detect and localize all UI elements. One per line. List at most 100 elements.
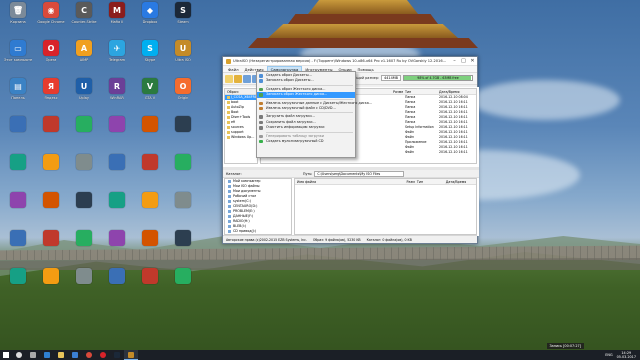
desktop-icon[interactable]	[70, 230, 98, 264]
ultraiso-app-icon	[226, 58, 231, 64]
image-tree-node[interactable]: Windows Up...	[225, 135, 257, 140]
taskbar-edge-icon[interactable]	[40, 350, 54, 360]
desktop-icon[interactable]	[70, 154, 98, 188]
desktop-icon[interactable]: U Uplay	[70, 78, 98, 112]
new-icon[interactable]	[225, 74, 233, 83]
desktop-icon[interactable]	[37, 230, 65, 264]
column-header[interactable]: Дата/Время	[437, 89, 475, 94]
desktop-icon[interactable]: Я Яндекс	[37, 78, 65, 112]
column-header[interactable]: Тип	[403, 89, 437, 94]
column-header[interactable]: Размер	[391, 89, 403, 94]
menu-item-icon	[259, 139, 263, 144]
size-value: 4414MB	[381, 75, 401, 81]
desktop-icon[interactable]: S Skype	[136, 40, 164, 74]
maximize-button[interactable]: □	[459, 57, 468, 66]
desktop-icon[interactable]: ▤ Панель	[4, 78, 32, 112]
desktop-app-icon	[76, 154, 92, 170]
dropdown-menu-item[interactable]: Создать мультизагрузочный CD	[257, 139, 355, 144]
dropdown-menu-item[interactable]: Очистить информацию загрузки	[257, 125, 355, 130]
desktop-icon-label: Dropbox	[142, 20, 158, 24]
desktop-icon[interactable]	[37, 268, 65, 302]
dropdown-menu-item[interactable]: Записать образ Жесткого диска...	[257, 92, 355, 98]
column-header[interactable]: Имя файла	[295, 179, 405, 184]
taskbar-store-icon[interactable]	[68, 350, 82, 360]
desktop-icon[interactable]: R WinRAR	[103, 78, 131, 112]
desktop-icon[interactable]	[169, 116, 197, 150]
taskbar-steam-icon[interactable]	[110, 350, 124, 360]
desktop-icon[interactable]	[4, 230, 32, 264]
desktop-icon[interactable]	[103, 268, 131, 302]
path-field[interactable]: C:\Users\serg\Documents\My ISO Files	[314, 170, 405, 177]
desktop-icon[interactable]: S Steam	[169, 2, 197, 36]
menu-item-icon	[259, 93, 263, 97]
save-icon[interactable]	[243, 74, 251, 83]
desktop-icon-label: Корзина	[10, 20, 26, 24]
desktop-icon[interactable]: V GTA V	[136, 78, 164, 112]
desktop-icon[interactable]	[4, 192, 32, 226]
desktop-icon[interactable]	[103, 192, 131, 226]
desktop-app-icon	[76, 230, 92, 246]
desktop-icon[interactable]	[37, 116, 65, 150]
desktop-icon[interactable]: C Counter-Strike	[70, 2, 98, 36]
menu-item[interactable]: Помощь	[355, 66, 377, 73]
desktop-icon[interactable]: ✈ Telegram	[103, 40, 131, 74]
start-button[interactable]	[0, 350, 12, 360]
menu-separator	[266, 131, 353, 133]
desktop-icon[interactable]	[169, 230, 197, 264]
desktop-icon[interactable]	[103, 230, 131, 264]
desktop-icon[interactable]	[4, 116, 32, 150]
menu-item[interactable]: Файл	[225, 66, 242, 73]
desktop-icon[interactable]	[169, 268, 197, 302]
tray-language[interactable]: ENG	[605, 353, 612, 357]
desktop-icon[interactable]: ▭ Этот компьютер	[4, 40, 32, 74]
desktop-icon[interactable]	[37, 154, 65, 188]
desktop-icon[interactable]	[136, 230, 164, 264]
desktop-icon[interactable]	[136, 192, 164, 226]
desktop-icon[interactable]: 🗑 Корзина	[4, 2, 32, 36]
desktop-icon-label: Counter-Strike	[71, 20, 97, 24]
taskbar-ultraiso-icon[interactable]	[124, 350, 138, 360]
close-button[interactable]: ✕	[468, 57, 477, 66]
desktop-icon[interactable]	[136, 268, 164, 302]
column-header[interactable]: Размер	[405, 179, 415, 184]
desktop-icon[interactable]	[103, 116, 131, 150]
open-folder-icon[interactable]	[234, 74, 242, 83]
desktop-icon[interactable]	[136, 154, 164, 188]
desktop-app-icon	[142, 268, 158, 284]
column-header[interactable]: Дата/Время	[444, 179, 476, 184]
desktop-icon[interactable]	[4, 154, 32, 188]
desktop-icon[interactable]: ◆ Dropbox	[136, 2, 164, 36]
dropdown-menu-item[interactable]: Извлечь загрузочный файл с CD/DVD...	[257, 106, 355, 111]
dropdown-menu-item[interactable]: Записать образ Дискеты...	[257, 78, 355, 83]
desktop-icon[interactable]	[103, 154, 131, 188]
desktop-icon-label: Skype	[144, 58, 156, 62]
desktop-icon[interactable]: ◉ Google Chrome	[37, 2, 65, 36]
taskbar-taskview-icon[interactable]	[26, 350, 40, 360]
desktop-app-icon	[175, 154, 191, 170]
tray-clock[interactable]: 14:29 05.03.2017	[617, 351, 636, 359]
taskbar-opera-icon[interactable]	[96, 350, 110, 360]
desktop-app-icon	[175, 116, 191, 132]
desktop-icon[interactable]	[169, 154, 197, 188]
system-tray: ENG 14:29 05.03.2017	[605, 351, 640, 359]
desktop-icon[interactable]	[70, 192, 98, 226]
desktop-icon[interactable]: U Ultra ISO	[169, 40, 197, 74]
desktop-icon[interactable]	[70, 116, 98, 150]
desktop-icon[interactable]	[169, 192, 197, 226]
desktop-app-icon	[142, 116, 158, 132]
menu-item-icon	[259, 120, 263, 125]
column-header[interactable]: Тип	[415, 179, 444, 184]
local-pane: Мой компьютер Мои ISO файлы Мои документы Р…	[223, 178, 479, 236]
desktop-icon[interactable]	[4, 268, 32, 302]
desktop-icon[interactable]: A AIMP	[70, 40, 98, 74]
desktop-icon[interactable]	[37, 192, 65, 226]
desktop-icon[interactable]	[136, 116, 164, 150]
minimize-button[interactable]: –	[450, 57, 459, 66]
taskbar-search-icon[interactable]	[12, 350, 26, 360]
taskbar-chrome-icon[interactable]	[82, 350, 96, 360]
desktop-icon[interactable]: O Opera	[37, 40, 65, 74]
taskbar-explorer-icon[interactable]	[54, 350, 68, 360]
desktop-icon[interactable]: M Mafia II	[103, 2, 131, 36]
desktop-icon[interactable]	[70, 268, 98, 302]
desktop-icon[interactable]: O Origin	[169, 78, 197, 112]
